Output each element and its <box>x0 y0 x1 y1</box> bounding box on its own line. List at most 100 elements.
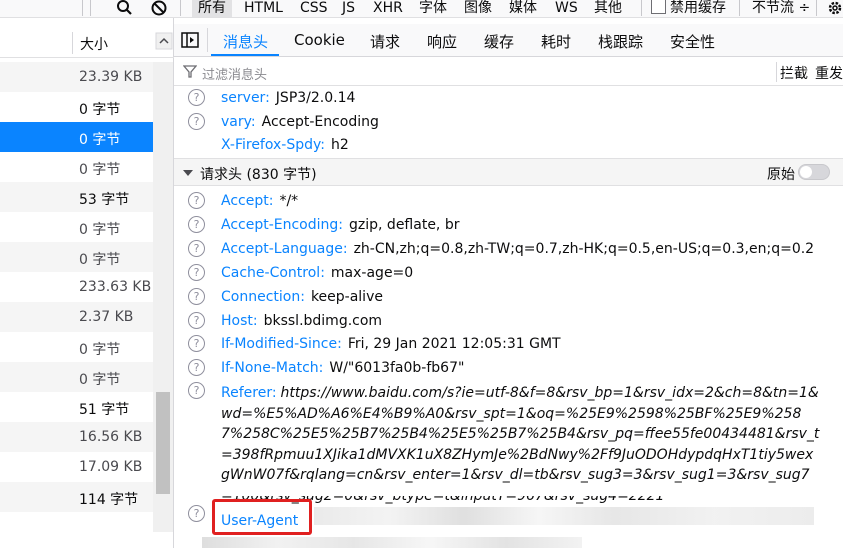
column-menu-icon[interactable] <box>155 32 173 50</box>
help-icon[interactable]: ? <box>188 335 205 352</box>
toolbar-separator <box>90 0 91 16</box>
tab-response[interactable]: 响应 <box>427 31 457 52</box>
header-name: Host: <box>221 313 258 329</box>
tab-timings[interactable]: 耗时 <box>541 31 571 52</box>
table-row[interactable]: 53 字节 <box>0 182 153 212</box>
toolbar-separator <box>641 0 642 16</box>
header-row: Accept-Language: zh-CN,zh;q=0.8,zh-TW;q=0… <box>221 241 814 257</box>
help-icon[interactable]: ? <box>188 89 205 106</box>
table-row[interactable]: 0 字节 <box>0 362 153 392</box>
size-cell: 0 字节 <box>79 342 121 358</box>
header-row: Cache-Control: max-age=0 <box>221 265 413 281</box>
filter-js[interactable]: JS <box>342 0 355 17</box>
headers-content: ? server: JSP3/2.0.14 ? vary: Accept-Encod… <box>174 87 843 548</box>
table-row[interactable]: 114 字节 <box>0 482 153 512</box>
help-icon[interactable]: ? <box>188 192 205 209</box>
header-value: Fri, 29 Jan 2021 12:05:31 GMT <box>347 336 561 352</box>
table-row[interactable]: 0 字节 <box>0 332 153 362</box>
header-value: JSP3/2.0.14 <box>275 90 356 106</box>
help-icon[interactable]: ? <box>188 113 205 130</box>
tab-request[interactable]: 请求 <box>370 31 400 52</box>
filter-separator <box>776 62 777 82</box>
header-name: Cache-Control: <box>221 265 325 281</box>
table-row[interactable]: 0 字节 <box>0 242 153 272</box>
header-name: vary: <box>221 114 256 130</box>
tab-cache[interactable]: 缓存 <box>484 31 514 52</box>
help-icon[interactable]: ? <box>188 288 205 305</box>
header-name: Referer: <box>221 385 277 401</box>
table-row[interactable]: 16.56 KB <box>0 422 153 452</box>
size-cell: 0 字节 <box>79 222 121 238</box>
table-row[interactable]: 0 字节 <box>0 92 153 122</box>
gear-icon[interactable] <box>826 0 843 17</box>
filter-images[interactable]: 图像 <box>464 0 492 17</box>
raw-toggle-switch[interactable] <box>798 164 830 180</box>
filter-all[interactable]: 所有 <box>192 0 232 17</box>
block-icon[interactable] <box>151 0 168 17</box>
filter-media[interactable]: 媒体 <box>509 0 537 17</box>
header-name: Accept: <box>221 193 274 209</box>
help-icon[interactable]: ? <box>188 359 205 376</box>
size-cell: 0 字节 <box>79 372 121 388</box>
request-details-panel: 消息头 Cookie 请求 响应 缓存 耗时 栈跟踪 安全性 过滤消息头 拦截 … <box>174 18 843 548</box>
help-icon[interactable]: ? <box>188 240 205 257</box>
size-cell: 23.39 KB <box>79 69 143 85</box>
header-row: Accept-Encoding: gzip, deflate, br <box>221 217 459 233</box>
block-button[interactable]: 拦截 <box>780 63 808 83</box>
toolbar-separator <box>180 0 181 16</box>
table-row[interactable]: 17.09 KB <box>0 452 153 482</box>
tab-stack-trace[interactable]: 栈跟踪 <box>598 31 643 52</box>
header-row: server: JSP3/2.0.14 <box>221 90 355 106</box>
toggle-knob <box>800 166 812 178</box>
section-title: 请求头 (830 字节) <box>200 167 317 183</box>
header-value: h2 <box>330 137 349 153</box>
filter-headers-input[interactable]: 过滤消息头 <box>202 64 267 83</box>
request-list-scrollbar[interactable] <box>153 62 173 532</box>
help-icon[interactable]: ? <box>188 505 205 522</box>
table-row[interactable]: 233.63 KB <box>0 272 153 302</box>
table-row[interactable]: 2.37 KB <box>0 302 153 332</box>
help-icon[interactable]: ? <box>188 264 205 281</box>
column-separator <box>72 32 73 54</box>
request-headers-section[interactable]: 请求头 (830 字节) 原始 <box>174 158 843 186</box>
help-icon[interactable]: ? <box>188 216 205 233</box>
header-value: W/"6013fa0b-fb67" <box>329 360 465 376</box>
table-row[interactable]: 23.39 KB <box>0 62 153 92</box>
filter-css[interactable]: CSS <box>300 0 328 17</box>
size-cell: 0 字节 <box>79 252 121 268</box>
throttle-select[interactable]: 不节流 ÷ <box>752 0 810 17</box>
scrollbar-thumb[interactable] <box>156 392 170 494</box>
search-icon[interactable] <box>116 0 134 17</box>
table-row[interactable]: 0 字节 <box>0 152 153 182</box>
size-column-header[interactable]: 大小 <box>80 34 108 54</box>
filter-html[interactable]: HTML <box>244 0 283 17</box>
header-value: bkssl.bdimg.com <box>263 313 383 329</box>
filter-xhr[interactable]: XHR <box>373 0 403 17</box>
header-name: server: <box>221 90 270 106</box>
help-icon[interactable]: ? <box>188 382 205 399</box>
filter-ws[interactable]: WS <box>555 0 578 17</box>
blurred-user-agent-value <box>314 507 814 525</box>
header-name: Connection: <box>221 289 305 305</box>
tab-headers[interactable]: 消息头 <box>223 31 268 52</box>
size-cell: 2.37 KB <box>79 309 134 325</box>
table-row[interactable]: 0 字节 <box>0 212 153 242</box>
size-cell: 51 字节 <box>79 402 130 418</box>
header-value: max-age=0 <box>330 265 414 281</box>
details-tabbar: 消息头 Cookie 请求 响应 缓存 耗时 栈跟踪 安全性 <box>174 24 843 57</box>
table-row-selected[interactable]: 0 字节 <box>0 122 153 152</box>
filter-fonts[interactable]: 字体 <box>419 0 447 17</box>
clipped-text-mask <box>214 488 814 496</box>
collapse-triangle-icon[interactable] <box>183 170 193 176</box>
tab-security[interactable]: 安全性 <box>670 31 715 52</box>
header-name: Accept-Language: <box>221 241 348 257</box>
table-row[interactable]: 51 字节 <box>0 392 153 422</box>
header-value: zh-CN,zh;q=0.8,zh-TW;q=0.7,zh-HK;q=0.5,e… <box>353 241 815 257</box>
disable-cache-checkbox[interactable] <box>651 0 666 14</box>
header-value: gzip, deflate, br <box>349 217 460 233</box>
resend-button[interactable]: 重发 <box>815 63 843 83</box>
toggle-panel-icon[interactable] <box>181 32 199 48</box>
tab-cookies[interactable]: Cookie <box>294 31 345 49</box>
help-icon[interactable]: ? <box>188 312 205 329</box>
filter-other[interactable]: 其他 <box>594 0 622 17</box>
